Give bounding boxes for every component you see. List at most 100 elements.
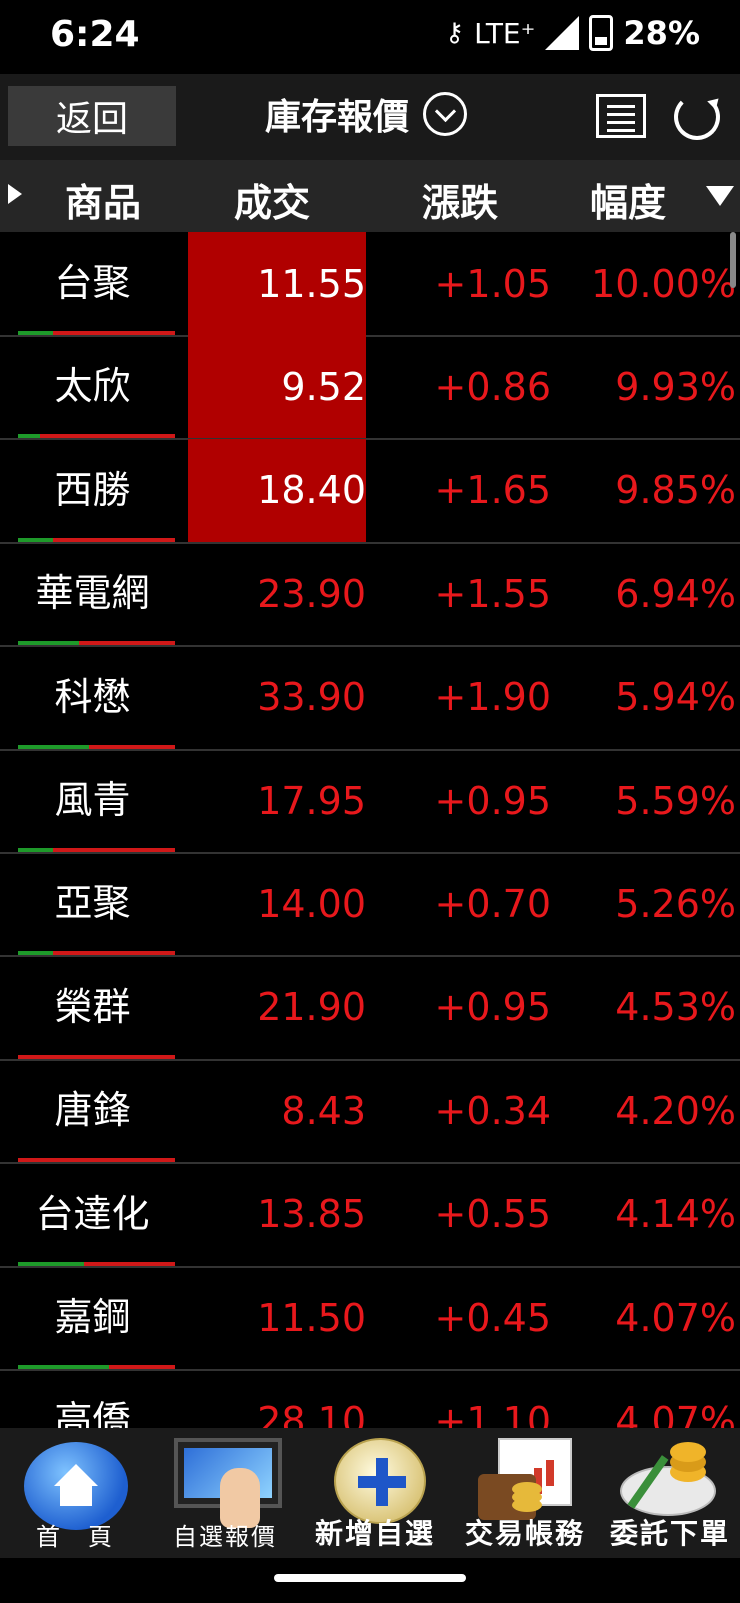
stock-change: +0.34 [434, 1088, 551, 1133]
stock-percent: 9.85% [615, 468, 736, 513]
table-row[interactable]: 高僑 28.10 +1.10 4.07% [0, 1369, 740, 1428]
app-header: 返回 庫存報價 [0, 74, 740, 160]
home-indicator[interactable] [274, 1574, 466, 1582]
stock-change: +1.55 [434, 571, 551, 616]
table-row[interactable]: 嘉鋼 11.50 +0.45 4.07% [0, 1266, 740, 1371]
stock-price: 8.43 [281, 1088, 366, 1133]
table-row[interactable]: 風青 17.95 +0.95 5.59% [0, 749, 740, 854]
stock-percent: 6.94% [615, 571, 736, 616]
nav-account[interactable]: 交易帳務 [450, 1428, 600, 1558]
nav-home[interactable]: 首 頁 [0, 1428, 150, 1558]
stock-name: 華電網 [35, 571, 150, 616]
stock-price: 14.00 [257, 881, 366, 926]
stock-price: 33.90 [257, 675, 366, 720]
column-percent[interactable]: 幅度 [590, 172, 666, 227]
stock-price: 21.90 [257, 985, 366, 1030]
refresh-icon[interactable] [674, 94, 720, 140]
battery-icon [589, 15, 614, 51]
stock-change: +0.86 [434, 364, 551, 409]
status-icons: ⚷ LTE⁺ 28% [445, 14, 700, 52]
stock-change: +0.95 [434, 985, 551, 1030]
stock-price: 13.85 [257, 1192, 366, 1237]
stock-price: 23.90 [257, 571, 366, 616]
stock-change: +0.95 [434, 778, 551, 823]
stock-name: 西勝 [54, 467, 131, 512]
key-icon: ⚷ [445, 18, 465, 48]
stock-change: +1.90 [434, 675, 551, 720]
stock-percent: 9.93% [615, 364, 736, 409]
stock-percent: 4.53% [615, 985, 736, 1030]
nav-order[interactable]: 委託下單 [600, 1428, 740, 1558]
stock-change: +0.70 [434, 881, 551, 926]
stock-name: 風青 [54, 778, 131, 822]
stock-price: 11.55 [188, 232, 366, 335]
table-row[interactable]: 科懋 33.90 +1.90 5.94% [0, 646, 740, 751]
signal-icon [545, 16, 580, 50]
sort-desc-icon[interactable] [706, 186, 734, 206]
stock-name: 台達化 [35, 1191, 150, 1236]
status-bar: 6:24 ⚷ LTE⁺ 28% [0, 0, 740, 74]
volume-ratio-bar [18, 1365, 175, 1369]
table-row[interactable]: 太欣 9.52 +0.86 9.93% [0, 335, 740, 441]
stock-price: 18.40 [188, 438, 366, 542]
stock-name: 台聚 [54, 261, 131, 305]
table-row[interactable]: 亞聚 14.00 +0.70 5.26% [0, 852, 740, 958]
nav-add-label: 新增自選 [314, 1517, 435, 1550]
stock-name: 高僑 [54, 1398, 131, 1428]
network-type: LTE⁺ [474, 16, 536, 50]
list-icon[interactable] [596, 94, 646, 138]
chevron-down-icon [423, 92, 468, 136]
nav-order-label: 委託下單 [609, 1517, 730, 1550]
volume-ratio-bar [18, 537, 175, 542]
volume-ratio-bar [18, 1158, 175, 1163]
column-price[interactable]: 成交 [234, 172, 310, 227]
volume-ratio-bar [18, 434, 175, 439]
stock-name: 亞聚 [54, 881, 131, 926]
table-row[interactable]: 西勝 18.40 +1.65 9.85% [0, 438, 740, 544]
volume-ratio-bar [18, 951, 175, 956]
column-change[interactable]: 漲跌 [422, 172, 498, 227]
stock-percent: 4.14% [615, 1192, 736, 1237]
title-dropdown[interactable]: 庫存報價 [265, 88, 468, 140]
column-header: 商品 成交 漲跌 幅度 [0, 160, 740, 232]
stock-percent: 5.26% [615, 881, 736, 926]
back-button[interactable]: 返回 [8, 86, 176, 146]
stock-change: +1.10 [434, 1398, 551, 1428]
volume-ratio-bar [18, 331, 175, 335]
table-row[interactable]: 榮群 21.90 +0.95 4.53% [0, 956, 740, 1061]
stock-change: +0.45 [434, 1295, 551, 1340]
column-product[interactable]: 商品 [65, 172, 141, 227]
scrollbar[interactable] [730, 232, 736, 288]
stock-percent: 5.94% [615, 675, 736, 720]
table-row[interactable]: 台聚 11.55 +1.05 10.00% [0, 232, 740, 337]
stock-name: 嘉鋼 [54, 1295, 131, 1339]
stock-change: +1.65 [434, 468, 551, 513]
nav-add-watchlist[interactable]: 新增自選 [300, 1428, 450, 1558]
stock-price: 28.10 [257, 1398, 366, 1428]
stock-percent: 10.00% [591, 261, 736, 306]
volume-ratio-bar [18, 744, 175, 749]
stock-percent: 4.07% [615, 1398, 736, 1428]
stock-percent: 4.07% [615, 1295, 736, 1340]
table-row[interactable]: 台達化 13.85 +0.55 4.14% [0, 1163, 740, 1268]
bottom-nav: 首 頁 自選報價 新增自選 交易帳務 委託下單 [0, 1428, 740, 1558]
stock-price: 9.52 [188, 335, 366, 439]
table-row[interactable]: 華電網 23.90 +1.55 6.94% [0, 542, 740, 648]
volume-ratio-bar [18, 848, 175, 852]
stock-price: 17.95 [257, 778, 366, 823]
volume-ratio-bar [18, 641, 175, 646]
nav-watchlist[interactable]: 自選報價 [150, 1428, 300, 1558]
stock-percent: 4.20% [615, 1088, 736, 1133]
table-row[interactable]: 唐鋒 8.43 +0.34 4.20% [0, 1059, 740, 1165]
stock-change: +1.05 [434, 261, 551, 306]
nav-watchlist-label: 自選報價 [173, 1523, 277, 1551]
stock-name: 唐鋒 [54, 1088, 131, 1133]
stock-percent: 5.59% [615, 778, 736, 823]
nav-home-label: 首 頁 [36, 1523, 114, 1551]
stock-price: 11.50 [257, 1295, 366, 1340]
stock-change: +0.55 [434, 1192, 551, 1237]
stock-name: 太欣 [54, 364, 131, 409]
expand-left-icon[interactable] [8, 184, 22, 204]
gesture-area [0, 1558, 740, 1603]
quote-list[interactable]: 台聚 11.55 +1.05 10.00% 太欣 9.52 +0.86 9.93% 西勝 18.4… [0, 232, 740, 1428]
